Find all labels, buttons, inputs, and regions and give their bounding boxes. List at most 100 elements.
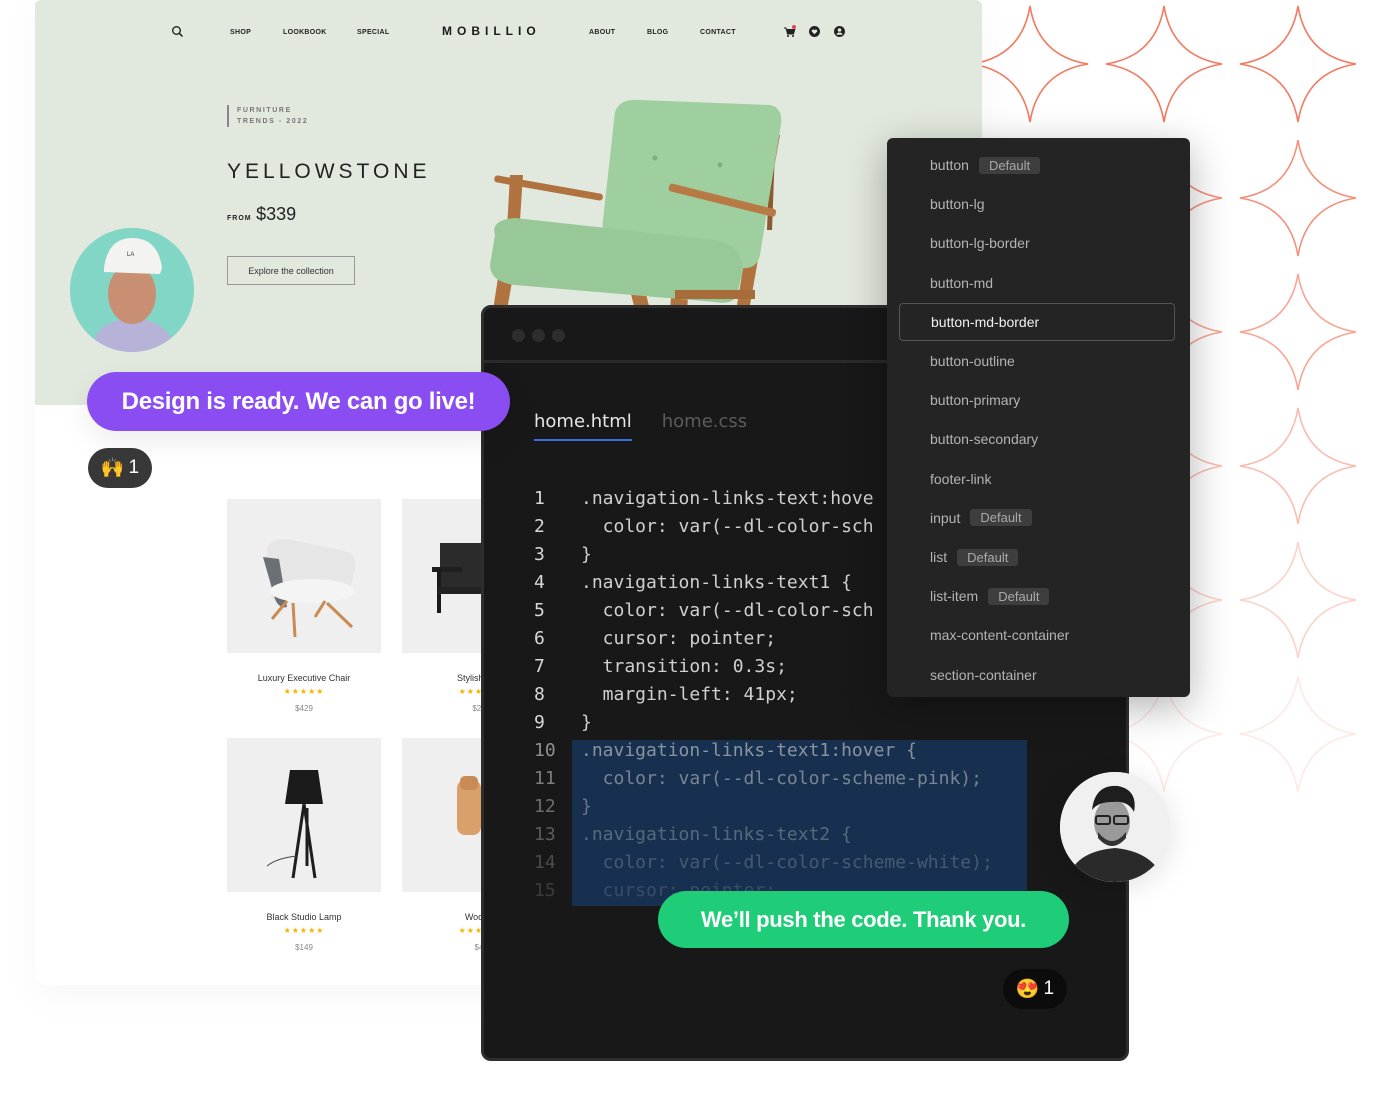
class-option[interactable]: button Default bbox=[899, 146, 1175, 184]
class-option-label: button-md-border bbox=[931, 313, 1040, 330]
line-text: } bbox=[581, 544, 592, 565]
window-maximize-dot[interactable] bbox=[552, 329, 565, 342]
reaction-count: 1 bbox=[128, 457, 140, 478]
line-text: color: var(--dl-color-scheme-pink); bbox=[581, 768, 982, 789]
product-image bbox=[227, 499, 381, 653]
line-text: color: var(--dl-color-scheme-white); bbox=[581, 852, 993, 873]
default-badge: Default bbox=[988, 587, 1050, 605]
line-text: color: var(--dl-color-sch bbox=[581, 600, 874, 621]
brand-logo[interactable]: MOBILLIO bbox=[442, 24, 541, 38]
line-text: margin-left: 41px; bbox=[581, 684, 798, 705]
class-option[interactable]: button-primary bbox=[899, 381, 1175, 419]
line-text: .navigation-links-text1:hover { bbox=[581, 740, 917, 761]
line-text: cursor: pointer; bbox=[581, 628, 777, 649]
product-price: $429 bbox=[295, 704, 313, 713]
class-option-label: button-outline bbox=[930, 353, 1015, 369]
product-rating: ★★★★★ bbox=[283, 687, 325, 696]
line-number: 3 bbox=[534, 544, 545, 565]
line-number: 13 bbox=[534, 824, 556, 845]
class-option[interactable]: button-outline bbox=[899, 342, 1175, 380]
line-number: 4 bbox=[534, 572, 545, 593]
nav-link-contact[interactable]: CONTACT bbox=[700, 29, 736, 36]
reaction-heart-eyes[interactable]: 😍 1 bbox=[1003, 969, 1067, 1009]
product-image bbox=[227, 738, 381, 892]
explore-collection-button[interactable]: Explore the collection bbox=[227, 256, 355, 285]
heart-icon[interactable] bbox=[808, 25, 821, 38]
line-text: transition: 0.3s; bbox=[581, 656, 787, 677]
heart-eyes-emoji-icon: 😍 bbox=[1015, 979, 1040, 1000]
default-badge: Default bbox=[978, 156, 1041, 174]
line-number: 12 bbox=[534, 796, 556, 817]
class-option-label: button-secondary bbox=[930, 431, 1039, 448]
sparkle-star-icon bbox=[1239, 273, 1357, 391]
class-option-label: footer-link bbox=[930, 470, 992, 487]
class-option[interactable]: button-md bbox=[899, 264, 1175, 302]
nav-link-shop[interactable]: SHOP bbox=[230, 29, 251, 36]
line-number: 2 bbox=[534, 516, 545, 537]
sparkle-star-icon bbox=[971, 5, 1089, 123]
nav-link-lookbook[interactable]: LOOKBOOK bbox=[283, 29, 327, 36]
reaction-raised-hands[interactable]: 🙌 1 bbox=[88, 448, 152, 488]
person-photo: LA bbox=[70, 228, 194, 352]
class-option[interactable]: list Default bbox=[899, 538, 1175, 576]
default-badge: Default bbox=[957, 548, 1019, 566]
window-close-dot[interactable] bbox=[512, 329, 525, 342]
floor-lamp-image bbox=[266, 770, 323, 879]
lounge-chair-image bbox=[263, 539, 356, 638]
tab-home-css[interactable]: home.css bbox=[662, 411, 747, 441]
product-name: Black Studio Lamp bbox=[266, 912, 342, 922]
sparkle-star-icon bbox=[1239, 541, 1357, 659]
tab-home-html[interactable]: home.html bbox=[534, 411, 632, 441]
class-option-label: button-primary bbox=[930, 392, 1021, 409]
line-text: } bbox=[581, 712, 592, 733]
class-option-label: section-container bbox=[930, 666, 1037, 683]
product-card[interactable]: Black Studio Lamp ★★★★★ $149 bbox=[227, 738, 381, 952]
line-number: 9 bbox=[534, 712, 545, 733]
class-option[interactable]: section-container bbox=[899, 656, 1175, 694]
line-number: 15 bbox=[534, 880, 556, 901]
eyebrow-line-2: TRENDS - 2022 bbox=[237, 118, 309, 125]
window-minimize-dot[interactable] bbox=[532, 329, 545, 342]
class-option[interactable]: button-lg bbox=[899, 185, 1175, 223]
reaction-count: 1 bbox=[1043, 978, 1055, 999]
class-option-label: max-content-container bbox=[930, 627, 1070, 644]
nav-link-special[interactable]: SPECIAL bbox=[357, 29, 389, 36]
sparkle-star-icon bbox=[1239, 5, 1357, 123]
line-number: 6 bbox=[534, 628, 545, 649]
chat-message-design-ready: Design is ready. We can go live! bbox=[87, 372, 510, 431]
class-option-label: list bbox=[930, 549, 948, 565]
class-option-label: list-item bbox=[930, 588, 979, 605]
class-option-label: button bbox=[930, 157, 969, 173]
hero-eyebrow: FURNITURE TRENDS - 2022 bbox=[227, 105, 308, 127]
hero-price: FROM $339 bbox=[227, 204, 296, 225]
class-option[interactable]: button-md-border bbox=[899, 302, 1175, 341]
nav-link-about[interactable]: ABOUT bbox=[589, 29, 615, 36]
line-number: 11 bbox=[534, 768, 556, 789]
hero-title: YELLOWSTONE bbox=[227, 160, 431, 183]
class-option[interactable]: button-secondary bbox=[899, 420, 1175, 458]
nav-link-blog[interactable]: BLOG bbox=[647, 29, 668, 36]
class-option[interactable]: list-item Default bbox=[899, 577, 1175, 615]
class-option[interactable]: max-content-container bbox=[899, 616, 1175, 654]
class-option[interactable]: input Default bbox=[899, 499, 1175, 537]
sparkle-star-icon bbox=[1105, 5, 1223, 123]
product-rating: ★★★★★ bbox=[283, 926, 325, 935]
code-line: 9} bbox=[484, 712, 1126, 740]
class-option[interactable]: footer-link bbox=[899, 460, 1175, 498]
account-icon[interactable] bbox=[833, 25, 846, 38]
class-option[interactable]: button-lg-border bbox=[899, 224, 1175, 262]
editor-tabs: home.html home.css bbox=[534, 411, 747, 441]
green-armchair-image bbox=[490, 99, 782, 310]
line-text: color: var(--dl-color-sch bbox=[581, 516, 874, 537]
price-amount: $339 bbox=[256, 204, 297, 224]
class-option-label: button-lg-border bbox=[930, 235, 1030, 252]
class-option-label: button-md bbox=[930, 274, 994, 291]
line-number: 8 bbox=[534, 684, 545, 705]
sparkle-star-icon bbox=[1239, 407, 1357, 525]
search-icon[interactable] bbox=[171, 25, 184, 38]
line-text: .navigation-links-text:hove bbox=[581, 488, 874, 509]
class-option-label: button-lg bbox=[930, 196, 985, 213]
product-card[interactable]: Luxury Executive Chair ★★★★★ $429 bbox=[227, 499, 381, 713]
cart-icon[interactable] bbox=[783, 25, 796, 38]
user-avatar-designer: LA bbox=[70, 228, 194, 352]
